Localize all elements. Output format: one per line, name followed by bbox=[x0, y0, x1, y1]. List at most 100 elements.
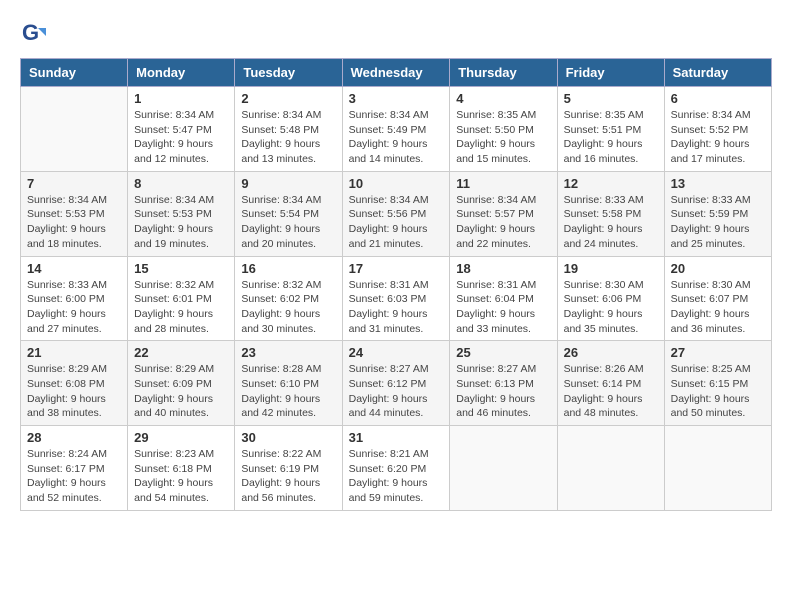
day-number: 31 bbox=[349, 430, 444, 445]
calendar-cell: 9 Sunrise: 8:34 AMSunset: 5:54 PMDaylight… bbox=[235, 171, 342, 256]
day-info: Sunrise: 8:27 AMSunset: 6:13 PMDaylight:… bbox=[456, 362, 550, 421]
calendar-cell: 25 Sunrise: 8:27 AMSunset: 6:13 PMDayligh… bbox=[450, 341, 557, 426]
calendar-cell bbox=[664, 426, 771, 511]
calendar-cell: 26 Sunrise: 8:26 AMSunset: 6:14 PMDayligh… bbox=[557, 341, 664, 426]
calendar-week-5: 28 Sunrise: 8:24 AMSunset: 6:17 PMDayligh… bbox=[21, 426, 772, 511]
day-number: 23 bbox=[241, 345, 335, 360]
day-info: Sunrise: 8:34 AMSunset: 5:53 PMDaylight:… bbox=[134, 193, 228, 252]
calendar-cell: 3Sunrise: 8:34 AMSunset: 5:49 PMDaylight… bbox=[342, 87, 450, 172]
day-info: Sunrise: 8:34 AMSunset: 5:49 PMDaylight:… bbox=[349, 108, 444, 167]
logo: G bbox=[20, 20, 52, 48]
calendar-cell: 15 Sunrise: 8:32 AMSunset: 6:01 PMDayligh… bbox=[128, 256, 235, 341]
day-number: 12 bbox=[564, 176, 658, 191]
calendar-cell: 22Sunrise: 8:29 AMSunset: 6:09 PMDayligh… bbox=[128, 341, 235, 426]
calendar-cell: 28 Sunrise: 8:24 AMSunset: 6:17 PMDayligh… bbox=[21, 426, 128, 511]
calendar-cell bbox=[21, 87, 128, 172]
calendar-cell: 4 Sunrise: 8:35 AMSunset: 5:50 PMDaylight… bbox=[450, 87, 557, 172]
calendar-cell: 8 Sunrise: 8:34 AMSunset: 5:53 PMDaylight… bbox=[128, 171, 235, 256]
calendar-cell: 7 Sunrise: 8:34 AMSunset: 5:53 PMDaylight… bbox=[21, 171, 128, 256]
day-info: Sunrise: 8:30 AMSunset: 6:06 PMDaylight:… bbox=[564, 278, 658, 337]
day-number: 28 bbox=[27, 430, 121, 445]
weekday-header-friday: Friday bbox=[557, 59, 664, 87]
day-number: 9 bbox=[241, 176, 335, 191]
calendar-header-row: SundayMondayTuesdayWednesdayThursdayFrid… bbox=[21, 59, 772, 87]
day-info: Sunrise: 8:33 AMSunset: 5:59 PMDaylight:… bbox=[671, 193, 765, 252]
day-info: Sunrise: 8:34 AMSunset: 5:52 PMDaylight:… bbox=[671, 108, 765, 167]
day-number: 30 bbox=[241, 430, 335, 445]
day-number: 25 bbox=[456, 345, 550, 360]
day-number: 7 bbox=[27, 176, 121, 191]
calendar-cell: 10Sunrise: 8:34 AMSunset: 5:56 PMDayligh… bbox=[342, 171, 450, 256]
day-info: Sunrise: 8:34 AMSunset: 5:57 PMDaylight:… bbox=[456, 193, 550, 252]
calendar-week-3: 14Sunrise: 8:33 AMSunset: 6:00 PMDayligh… bbox=[21, 256, 772, 341]
calendar-cell: 5 Sunrise: 8:35 AMSunset: 5:51 PMDaylight… bbox=[557, 87, 664, 172]
day-number: 26 bbox=[564, 345, 658, 360]
day-info: Sunrise: 8:29 AMSunset: 6:08 PMDaylight:… bbox=[27, 362, 121, 421]
day-number: 6 bbox=[671, 91, 765, 106]
day-info: Sunrise: 8:24 AMSunset: 6:17 PMDaylight:… bbox=[27, 447, 121, 506]
calendar-cell: 12 Sunrise: 8:33 AMSunset: 5:58 PMDayligh… bbox=[557, 171, 664, 256]
calendar: SundayMondayTuesdayWednesdayThursdayFrid… bbox=[20, 58, 772, 511]
calendar-cell: 29 Sunrise: 8:23 AMSunset: 6:18 PMDayligh… bbox=[128, 426, 235, 511]
weekday-header-wednesday: Wednesday bbox=[342, 59, 450, 87]
day-number: 1 bbox=[134, 91, 228, 106]
weekday-header-sunday: Sunday bbox=[21, 59, 128, 87]
weekday-header-thursday: Thursday bbox=[450, 59, 557, 87]
day-info: Sunrise: 8:34 AMSunset: 5:48 PMDaylight:… bbox=[241, 108, 335, 167]
day-info: Sunrise: 8:31 AMSunset: 6:04 PMDaylight:… bbox=[456, 278, 550, 337]
day-info: Sunrise: 8:32 AMSunset: 6:01 PMDaylight:… bbox=[134, 278, 228, 337]
day-number: 29 bbox=[134, 430, 228, 445]
day-number: 18 bbox=[456, 261, 550, 276]
day-info: Sunrise: 8:22 AMSunset: 6:19 PMDaylight:… bbox=[241, 447, 335, 506]
calendar-cell: 16Sunrise: 8:32 AMSunset: 6:02 PMDayligh… bbox=[235, 256, 342, 341]
day-info: Sunrise: 8:31 AMSunset: 6:03 PMDaylight:… bbox=[349, 278, 444, 337]
logo-icon: G bbox=[20, 20, 48, 48]
day-info: Sunrise: 8:35 AMSunset: 5:51 PMDaylight:… bbox=[564, 108, 658, 167]
weekday-header-tuesday: Tuesday bbox=[235, 59, 342, 87]
day-info: Sunrise: 8:35 AMSunset: 5:50 PMDaylight:… bbox=[456, 108, 550, 167]
day-number: 15 bbox=[134, 261, 228, 276]
page-header: G bbox=[20, 20, 772, 48]
day-number: 21 bbox=[27, 345, 121, 360]
day-number: 24 bbox=[349, 345, 444, 360]
calendar-cell: 24 Sunrise: 8:27 AMSunset: 6:12 PMDayligh… bbox=[342, 341, 450, 426]
calendar-cell: 11Sunrise: 8:34 AMSunset: 5:57 PMDayligh… bbox=[450, 171, 557, 256]
day-info: Sunrise: 8:27 AMSunset: 6:12 PMDaylight:… bbox=[349, 362, 444, 421]
calendar-body: 1 Sunrise: 8:34 AMSunset: 5:47 PMDaylight… bbox=[21, 87, 772, 511]
day-info: Sunrise: 8:34 AMSunset: 5:47 PMDaylight:… bbox=[134, 108, 228, 167]
calendar-cell: 17 Sunrise: 8:31 AMSunset: 6:03 PMDayligh… bbox=[342, 256, 450, 341]
calendar-cell: 20 Sunrise: 8:30 AMSunset: 6:07 PMDayligh… bbox=[664, 256, 771, 341]
day-info: Sunrise: 8:25 AMSunset: 6:15 PMDaylight:… bbox=[671, 362, 765, 421]
day-info: Sunrise: 8:34 AMSunset: 5:54 PMDaylight:… bbox=[241, 193, 335, 252]
calendar-week-1: 1 Sunrise: 8:34 AMSunset: 5:47 PMDaylight… bbox=[21, 87, 772, 172]
calendar-cell: 21 Sunrise: 8:29 AMSunset: 6:08 PMDayligh… bbox=[21, 341, 128, 426]
day-number: 17 bbox=[349, 261, 444, 276]
day-info: Sunrise: 8:34 AMSunset: 5:56 PMDaylight:… bbox=[349, 193, 444, 252]
day-number: 22 bbox=[134, 345, 228, 360]
calendar-cell: 31Sunrise: 8:21 AMSunset: 6:20 PMDayligh… bbox=[342, 426, 450, 511]
day-info: Sunrise: 8:33 AMSunset: 5:58 PMDaylight:… bbox=[564, 193, 658, 252]
svg-text:G: G bbox=[22, 20, 39, 45]
day-info: Sunrise: 8:23 AMSunset: 6:18 PMDaylight:… bbox=[134, 447, 228, 506]
calendar-cell: 19Sunrise: 8:30 AMSunset: 6:06 PMDayligh… bbox=[557, 256, 664, 341]
calendar-cell: 6 Sunrise: 8:34 AMSunset: 5:52 PMDaylight… bbox=[664, 87, 771, 172]
calendar-week-4: 21 Sunrise: 8:29 AMSunset: 6:08 PMDayligh… bbox=[21, 341, 772, 426]
day-info: Sunrise: 8:33 AMSunset: 6:00 PMDaylight:… bbox=[27, 278, 121, 337]
day-info: Sunrise: 8:26 AMSunset: 6:14 PMDaylight:… bbox=[564, 362, 658, 421]
calendar-cell: 23Sunrise: 8:28 AMSunset: 6:10 PMDayligh… bbox=[235, 341, 342, 426]
day-number: 8 bbox=[134, 176, 228, 191]
day-info: Sunrise: 8:30 AMSunset: 6:07 PMDaylight:… bbox=[671, 278, 765, 337]
calendar-cell: 14Sunrise: 8:33 AMSunset: 6:00 PMDayligh… bbox=[21, 256, 128, 341]
day-number: 27 bbox=[671, 345, 765, 360]
weekday-header-saturday: Saturday bbox=[664, 59, 771, 87]
day-number: 5 bbox=[564, 91, 658, 106]
calendar-cell bbox=[450, 426, 557, 511]
day-number: 13 bbox=[671, 176, 765, 191]
calendar-cell: 18 Sunrise: 8:31 AMSunset: 6:04 PMDayligh… bbox=[450, 256, 557, 341]
day-number: 20 bbox=[671, 261, 765, 276]
day-info: Sunrise: 8:34 AMSunset: 5:53 PMDaylight:… bbox=[27, 193, 121, 252]
calendar-cell bbox=[557, 426, 664, 511]
calendar-week-2: 7 Sunrise: 8:34 AMSunset: 5:53 PMDaylight… bbox=[21, 171, 772, 256]
calendar-cell: 2Sunrise: 8:34 AMSunset: 5:48 PMDaylight… bbox=[235, 87, 342, 172]
day-number: 4 bbox=[456, 91, 550, 106]
